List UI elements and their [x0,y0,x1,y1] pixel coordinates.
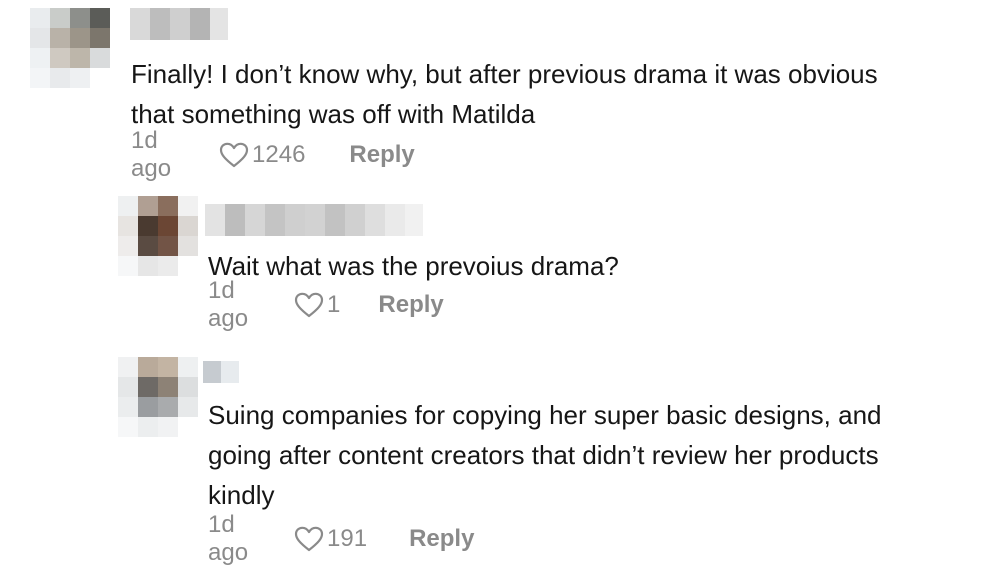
like-button[interactable]: 191 [294,525,367,553]
comment-text: Suing companies for copying her super ba… [208,395,882,515]
like-count: 191 [327,525,368,552]
like-button[interactable]: 1246 [219,141,305,169]
comment-text-line: Wait what was the prevoius drama? [208,251,619,281]
username[interactable] [205,204,423,236]
avatar[interactable] [30,8,110,88]
comment-text-line: kindly [208,480,275,510]
comment-text-line: Suing companies for copying her super ba… [208,400,882,430]
heart-icon [294,526,324,552]
timestamp: 1d ago [208,511,249,566]
heart-icon [219,142,249,168]
like-button[interactable]: 1 [294,291,340,319]
comment-text-line: going after content creators that didn’t… [208,440,879,470]
username[interactable] [130,8,228,40]
like-count: 1 [327,291,341,318]
comment-meta: 1d ago 1246 Reply [131,127,415,182]
comment-meta: 1d ago 1 Reply [208,277,444,332]
avatar[interactable] [118,196,198,276]
comment-text-line: that something was off with Matilda [131,99,536,129]
timestamp: 1d ago [131,127,172,182]
comment-text: Finally! I don’t know why, but after pre… [131,54,878,134]
like-count: 1246 [252,141,306,168]
username[interactable] [203,361,239,383]
reply-button[interactable]: Reply [349,141,414,169]
avatar[interactable] [118,357,198,437]
timestamp: 1d ago [208,277,249,332]
reply-button[interactable]: Reply [409,525,474,553]
comment-text-line: Finally! I don’t know why, but after pre… [131,59,878,89]
reply-button[interactable]: Reply [378,291,443,319]
heart-icon [294,292,324,318]
comment-meta: 1d ago 191 Reply [208,511,474,566]
comment-text: Wait what was the prevoius drama? [208,246,619,286]
